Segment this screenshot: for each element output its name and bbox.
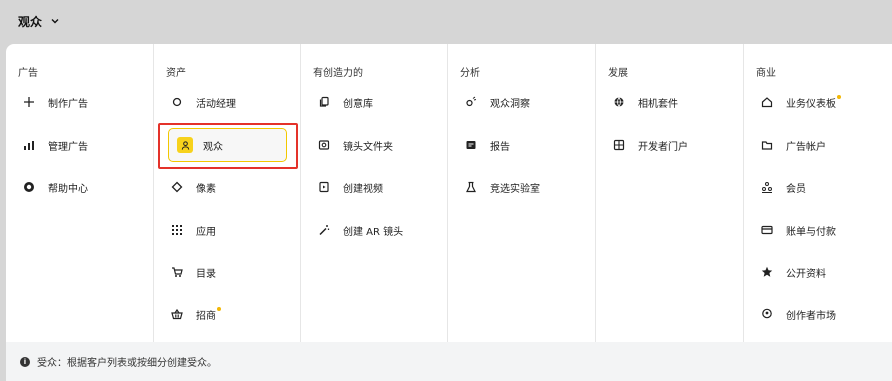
menu-item-pixels[interactable]: 像素 <box>166 176 216 198</box>
column-ads: 广告 制作广告 管理广告 帮助中心 <box>6 44 154 342</box>
cart-icon <box>170 265 184 279</box>
menu-item-label: 招商 <box>196 310 216 322</box>
portal-icon <box>612 138 626 152</box>
menu-item-label: 业务仪表板 <box>786 98 836 110</box>
column-business: 商业 业务仪表板 广告帐户 会员 账单与付款 公开资料 创作者市场 <box>744 44 892 342</box>
menu-item-label: 观众 <box>203 141 223 153</box>
info-icon: i <box>20 356 30 367</box>
audience-icon <box>177 137 193 153</box>
menu-item-members[interactable]: 会员 <box>756 176 806 198</box>
menu-item-label: 相机套件 <box>638 98 678 110</box>
menu-item-business-dashboard[interactable]: 业务仪表板 <box>756 91 841 113</box>
column-header: 商业 <box>756 68 776 79</box>
menu-item-public-profile[interactable]: 公开资料 <box>756 261 826 283</box>
top-bar: 观众 <box>0 0 892 42</box>
menu-item-apps[interactable]: 应用 <box>166 219 216 241</box>
menu-item-label: 创建 AR 镜头 <box>343 226 404 238</box>
menu-item-create-video[interactable]: 创建视频 <box>313 176 383 198</box>
bar-chart-icon <box>22 138 36 152</box>
menu-item-label: 账单与付款 <box>786 226 836 238</box>
chevron-down-icon[interactable] <box>50 16 60 26</box>
column-develop: 发展 相机套件 开发者门户 <box>596 44 744 342</box>
column-header: 资产 <box>166 68 186 79</box>
menu-item-audience-insights[interactable]: 观众洞察 <box>460 91 530 113</box>
folder-icon <box>760 138 774 152</box>
menu-item-billing-payments[interactable]: 账单与付款 <box>756 219 836 241</box>
menu-item-label: 观众洞察 <box>490 98 530 110</box>
new-indicator-dot <box>217 307 221 311</box>
menu-item-label: 创作者市场 <box>786 310 836 322</box>
menu-item-catalog[interactable]: 目录 <box>166 261 216 283</box>
menu-item-label: 制作广告 <box>48 98 88 110</box>
menu-item-audiences[interactable]: 观众 <box>168 128 287 162</box>
menu-item-label: 广告帐户 <box>786 141 826 153</box>
menu-item-label: 镜头文件夹 <box>343 141 393 153</box>
members-icon <box>760 180 774 194</box>
menu-item-camera-kit[interactable]: 相机套件 <box>608 91 678 113</box>
plus-icon <box>22 95 36 109</box>
magic-wand-icon <box>317 223 331 237</box>
home-icon <box>760 95 774 109</box>
menu-item-lens-folder[interactable]: 镜头文件夹 <box>313 134 393 156</box>
menu-item-label: 应用 <box>196 226 216 238</box>
menu-item-campaign-manager[interactable]: 活动经理 <box>166 91 236 113</box>
column-header: 发展 <box>608 68 628 79</box>
new-indicator-dot <box>837 95 841 99</box>
footer-text: 受众：根据客户列表或按细分创建受众。 <box>37 358 217 369</box>
menu-item-label: 帮助中心 <box>48 183 88 195</box>
footer-hint: i 受众：根据客户列表或按细分创建受众。 <box>6 342 892 381</box>
menu-item-label: 目录 <box>196 268 216 280</box>
menu-item-reports[interactable]: 报告 <box>460 134 510 156</box>
menu-item-label: 像素 <box>196 183 216 195</box>
pin-icon <box>760 307 774 321</box>
menu-item-creator-marketplace[interactable]: 创作者市场 <box>756 303 836 325</box>
grid-icon <box>170 223 184 237</box>
menu-item-campaign-lab[interactable]: 竞选实验室 <box>460 176 540 198</box>
menu-item-label: 创建视频 <box>343 183 383 195</box>
basket-icon <box>170 307 184 321</box>
column-header: 有创造力的 <box>313 68 363 79</box>
star-icon <box>760 265 774 279</box>
menu-item-label: 创意库 <box>343 98 373 110</box>
menu-item-commerce[interactable]: 招商 <box>166 303 221 325</box>
menu-item-label: 公开资料 <box>786 268 826 280</box>
menu-item-manage-ads[interactable]: 管理广告 <box>18 134 88 156</box>
menu-item-help-center[interactable]: 帮助中心 <box>18 176 88 198</box>
menu-item-label: 竞选实验室 <box>490 183 540 195</box>
column-header: 广告 <box>18 68 38 79</box>
menu-item-label: 会员 <box>786 183 806 195</box>
column-analytics: 分析 观众洞察 报告 竞选实验室 <box>448 44 596 342</box>
lens-folder-icon <box>317 138 331 152</box>
menu-item-developer-portal[interactable]: 开发者门户 <box>608 134 688 156</box>
column-header: 分析 <box>460 68 480 79</box>
report-icon <box>464 138 478 152</box>
menu-item-creative-library[interactable]: 创意库 <box>313 91 373 113</box>
insights-icon <box>464 95 478 109</box>
flask-icon <box>464 180 478 194</box>
globe-icon <box>612 95 626 109</box>
menu-item-label: 开发者门户 <box>638 141 688 153</box>
menu-item-ad-accounts[interactable]: 广告帐户 <box>756 134 826 156</box>
diamond-icon <box>170 180 184 194</box>
circle-icon <box>170 95 184 109</box>
menu-item-label: 活动经理 <box>196 98 236 110</box>
column-creative: 有创造力的 创意库 镜头文件夹 创建视频 创建 AR 镜头 <box>301 44 448 342</box>
menu-item-create-ad[interactable]: 制作广告 <box>18 91 88 113</box>
card-icon <box>760 223 774 237</box>
page-title: 观众 <box>18 14 43 29</box>
lifebuoy-icon <box>22 180 36 194</box>
menu-item-create-ar-lens[interactable]: 创建 AR 镜头 <box>313 219 403 241</box>
video-icon <box>317 180 331 194</box>
copy-icon <box>317 95 331 109</box>
column-assets: 资产 活动经理 像素 应用 目录 招商 <box>154 44 301 342</box>
menu-item-label: 报告 <box>490 141 510 153</box>
menu-item-label: 管理广告 <box>48 141 88 153</box>
navigation-menu: 广告 制作广告 管理广告 帮助中心 资产 活动经理 像素 应用 目录 招商 有创… <box>6 44 892 381</box>
